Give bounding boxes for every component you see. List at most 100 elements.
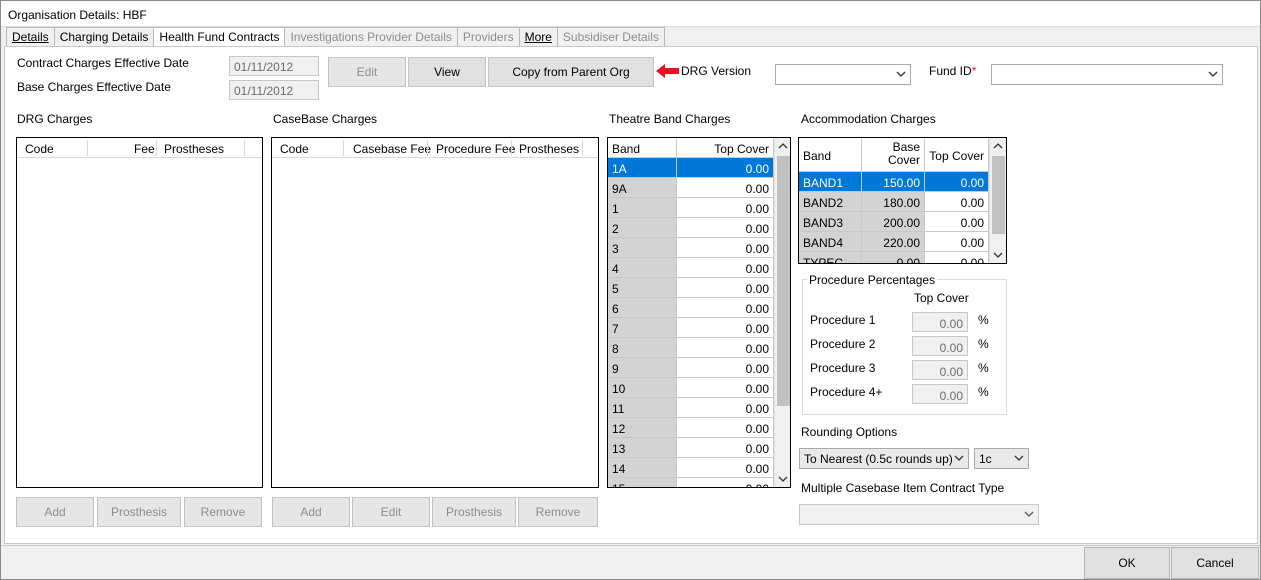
band-cell[interactable]: 7 [608, 318, 677, 338]
top-cover-cell[interactable]: 0.00 [677, 178, 774, 198]
tab-investigations-provider-details[interactable]: Investigations Provider Details [284, 27, 458, 46]
ok-button[interactable]: OK [1084, 547, 1170, 579]
accommodation-grid[interactable]: Band Base Cover Top Cover BAND1 150.00 0.0… [798, 137, 1007, 264]
top-cover-cell[interactable]: 0.00 [677, 438, 774, 458]
top-cover-cell[interactable]: 0.00 [925, 252, 989, 263]
copy-from-parent-org-button[interactable]: Copy from Parent Org [488, 57, 654, 87]
band-cell[interactable]: 13 [608, 438, 677, 458]
casebase-edit-button[interactable]: Edit [352, 497, 430, 527]
band-cell[interactable]: 9 [608, 358, 677, 378]
top-cover-cell[interactable]: 0.00 [677, 398, 774, 418]
column-header-top-cover[interactable]: Top Cover [925, 138, 989, 172]
column-header-prostheses[interactable]: Prostheses [519, 142, 579, 156]
rounding-method-select[interactable]: To Nearest (0.5c rounds up) [799, 448, 969, 469]
accommodation-scrollbar[interactable] [989, 138, 1006, 263]
band-cell[interactable]: 6 [608, 298, 677, 318]
tab-details[interactable]: Details [6, 27, 55, 46]
multi-casebase-select[interactable] [799, 504, 1039, 525]
top-cover-cell[interactable]: 0.00 [677, 418, 774, 438]
band-cell[interactable]: 11 [608, 398, 677, 418]
drg-remove-button[interactable]: Remove [184, 497, 262, 527]
top-cover-cell[interactable]: 0.00 [677, 258, 774, 278]
scroll-thumb[interactable] [992, 156, 1005, 234]
top-cover-cell[interactable]: 0.00 [677, 238, 774, 258]
cancel-button[interactable]: Cancel [1171, 547, 1259, 579]
top-cover-cell[interactable]: 0.00 [925, 212, 989, 232]
tab-charging-details[interactable]: Charging Details [53, 27, 155, 46]
band-cell[interactable]: TYPEC [799, 252, 862, 263]
band-cell[interactable]: BAND3 [799, 212, 862, 232]
theatre-band-grid[interactable]: Band Top Cover 1A 0.00 9A 0.00 1 0.00 2 0.00 3 0.… [607, 137, 791, 488]
rounding-unit-select[interactable]: 1c [974, 448, 1029, 469]
band-cell[interactable]: 14 [608, 458, 677, 478]
top-cover-cell[interactable]: 0.00 [677, 158, 774, 178]
scroll-down-icon[interactable] [993, 251, 1003, 259]
top-cover-cell[interactable]: 0.00 [925, 232, 989, 252]
scroll-up-icon[interactable] [993, 142, 1003, 150]
top-cover-cell[interactable]: 0.00 [677, 338, 774, 358]
top-cover-cell[interactable]: 0.00 [677, 198, 774, 218]
band-cell[interactable]: 3 [608, 238, 677, 258]
band-cell[interactable]: 15 [608, 478, 677, 487]
tab-providers[interactable]: Providers [456, 27, 520, 46]
column-header-top-cover[interactable]: Top Cover [677, 138, 774, 158]
scroll-down-icon[interactable] [778, 475, 788, 483]
top-cover-cell[interactable]: 0.00 [925, 172, 989, 192]
column-header-band[interactable]: Band [799, 138, 862, 172]
band-cell[interactable]: 8 [608, 338, 677, 358]
band-cell[interactable]: 9A [608, 178, 677, 198]
base-cover-cell[interactable]: 220.00 [862, 232, 925, 252]
band-cell[interactable]: BAND4 [799, 232, 862, 252]
view-button[interactable]: View [408, 57, 486, 87]
top-cover-cell[interactable]: 0.00 [677, 458, 774, 478]
casebase-remove-button[interactable]: Remove [518, 497, 598, 527]
scroll-thumb[interactable] [777, 156, 790, 406]
contract-date-field[interactable]: 01/11/2012 [229, 56, 319, 76]
column-header-base-cover[interactable]: Base Cover [862, 138, 925, 172]
band-cell[interactable]: 1A [608, 158, 677, 178]
theatre-band-scrollbar[interactable] [774, 138, 790, 487]
column-header-code[interactable]: Code [25, 142, 54, 156]
casebase-prosthesis-button[interactable]: Prosthesis [432, 497, 516, 527]
base-date-field[interactable]: 01/11/2012 [229, 80, 319, 100]
band-cell[interactable]: 12 [608, 418, 677, 438]
tab-more[interactable]: More [518, 27, 558, 46]
band-cell[interactable]: 10 [608, 378, 677, 398]
procedure-3-field[interactable]: 0.00 [912, 360, 968, 380]
band-cell[interactable]: 4 [608, 258, 677, 278]
casebase-add-button[interactable]: Add [272, 497, 350, 527]
drg-charges-list[interactable]: Code Fee Prostheses [16, 137, 263, 488]
column-header-code[interactable]: Code [280, 142, 309, 156]
band-cell[interactable]: BAND1 [799, 172, 862, 192]
drg-add-button[interactable]: Add [16, 497, 94, 527]
band-cell[interactable]: 5 [608, 278, 677, 298]
column-header-fee[interactable]: Fee [134, 142, 155, 156]
scroll-up-icon[interactable] [778, 142, 788, 150]
band-cell[interactable]: 1 [608, 198, 677, 218]
procedure-4-field[interactable]: 0.00 [912, 384, 968, 404]
base-cover-cell[interactable]: 180.00 [862, 192, 925, 212]
base-cover-cell[interactable]: 150.00 [862, 172, 925, 192]
top-cover-cell[interactable]: 0.00 [677, 358, 774, 378]
base-cover-cell[interactable]: 0.00 [862, 252, 925, 263]
column-header-casebase-fee[interactable]: Casebase Fee [353, 142, 431, 156]
tab-subsidiser-details[interactable]: Subsidiser Details [556, 27, 665, 46]
column-header-band[interactable]: Band [608, 138, 677, 158]
column-header-procedure-fee[interactable]: Procedure Fee [436, 142, 515, 156]
top-cover-cell[interactable]: 0.00 [677, 298, 774, 318]
casebase-charges-list[interactable]: Code Casebase Fee Procedure Fee Prosthes… [271, 137, 599, 488]
drg-version-select[interactable] [775, 64, 911, 85]
band-cell[interactable]: 2 [608, 218, 677, 238]
column-header-prostheses[interactable]: Prostheses [164, 142, 224, 156]
edit-button[interactable]: Edit [328, 57, 406, 87]
base-cover-cell[interactable]: 200.00 [862, 212, 925, 232]
top-cover-cell[interactable]: 0.00 [677, 378, 774, 398]
tab-health-fund-contracts[interactable]: Health Fund Contracts [153, 27, 286, 47]
procedure-1-field[interactable]: 0.00 [912, 312, 968, 332]
fund-id-select[interactable] [991, 64, 1223, 85]
top-cover-cell[interactable]: 0.00 [677, 478, 774, 487]
top-cover-cell[interactable]: 0.00 [677, 318, 774, 338]
band-cell[interactable]: BAND2 [799, 192, 862, 212]
top-cover-cell[interactable]: 0.00 [677, 218, 774, 238]
top-cover-cell[interactable]: 0.00 [677, 278, 774, 298]
